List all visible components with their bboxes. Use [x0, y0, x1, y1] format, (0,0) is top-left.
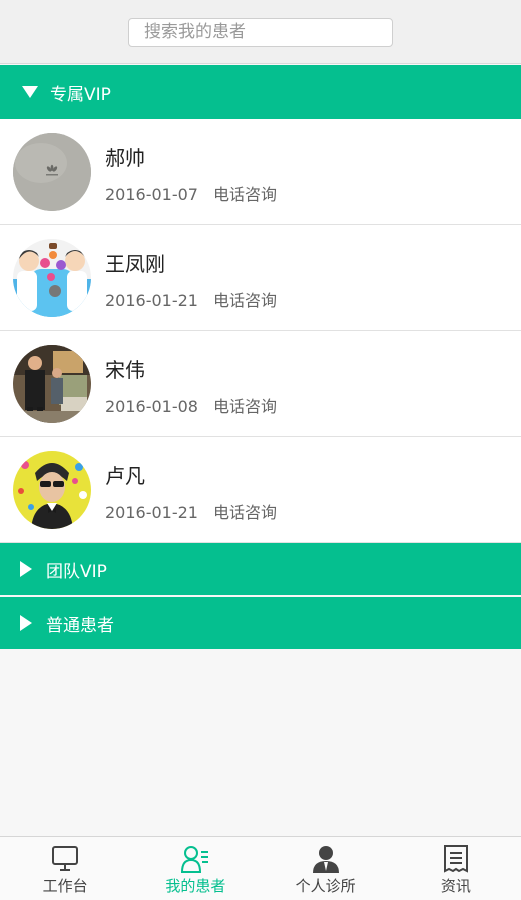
group-header-team-vip[interactable]: 团队VIP	[0, 543, 521, 595]
patient-meta: 2016-01-08 电话咨询	[105, 393, 277, 417]
list-item[interactable]: 宋伟 2016-01-08 电话咨询	[0, 331, 521, 437]
avatar	[13, 133, 91, 211]
tab-label: 资讯	[440, 877, 471, 895]
consult-date: 2016-01-07	[105, 185, 198, 204]
monitor-icon	[50, 844, 80, 874]
group-header-regular-patients[interactable]: 普通患者	[0, 597, 521, 649]
patient-meta: 2016-01-21 电话咨询	[105, 287, 277, 311]
list-item[interactable]: 卢凡 2016-01-21 电话咨询	[0, 437, 521, 543]
avatar	[13, 451, 91, 529]
patient-name: 王凤刚	[105, 252, 165, 276]
triangle-right-icon	[12, 559, 40, 579]
doctor-icon	[311, 844, 341, 874]
list-item[interactable]: 王凤刚 2016-01-21 电话咨询	[0, 225, 521, 331]
tab-personal-clinic[interactable]: 个人诊所	[261, 837, 391, 900]
avatar	[13, 239, 91, 317]
consult-type: 电话咨询	[212, 185, 277, 204]
tab-my-patients[interactable]: 我的患者	[130, 837, 260, 900]
patient-name: 宋伟	[105, 358, 145, 382]
group-label: 普通患者	[46, 615, 114, 636]
search-input[interactable]: 搜索我的患者	[128, 18, 393, 47]
group-label: 专属VIP	[50, 84, 111, 105]
patient-meta: 2016-01-07 电话咨询	[105, 181, 277, 205]
group-header-exclusive-vip[interactable]: 专属VIP	[0, 65, 521, 119]
bottom-tab-bar: 工作台 我的患者 个人诊所 资讯	[0, 836, 521, 900]
tab-label: 个人诊所	[295, 877, 356, 895]
consult-date: 2016-01-21	[105, 291, 198, 310]
tab-label: 我的患者	[165, 877, 226, 895]
tab-label: 工作台	[42, 877, 88, 895]
triangle-right-icon	[12, 613, 40, 633]
consult-type: 电话咨询	[212, 503, 277, 522]
list-item[interactable]: 郝帅 2016-01-07 电话咨询	[0, 119, 521, 225]
patient-name: 卢凡	[105, 464, 145, 488]
patients-icon	[180, 844, 210, 874]
triangle-down-icon	[16, 82, 44, 102]
patient-name: 郝帅	[105, 146, 145, 170]
search-bar: 搜索我的患者	[0, 0, 521, 64]
tab-news[interactable]: 资讯	[391, 837, 521, 900]
avatar	[13, 345, 91, 423]
consult-type: 电话咨询	[212, 397, 277, 416]
consult-date: 2016-01-21	[105, 503, 198, 522]
consult-date: 2016-01-08	[105, 397, 198, 416]
patient-list: 郝帅 2016-01-07 电话咨询 王凤刚 2016-01-21 电话咨询 宋…	[0, 119, 521, 543]
patient-meta: 2016-01-21 电话咨询	[105, 499, 277, 523]
consult-type: 电话咨询	[212, 291, 277, 310]
news-icon	[441, 844, 471, 874]
tab-workbench[interactable]: 工作台	[0, 837, 130, 900]
group-label: 团队VIP	[46, 561, 107, 582]
